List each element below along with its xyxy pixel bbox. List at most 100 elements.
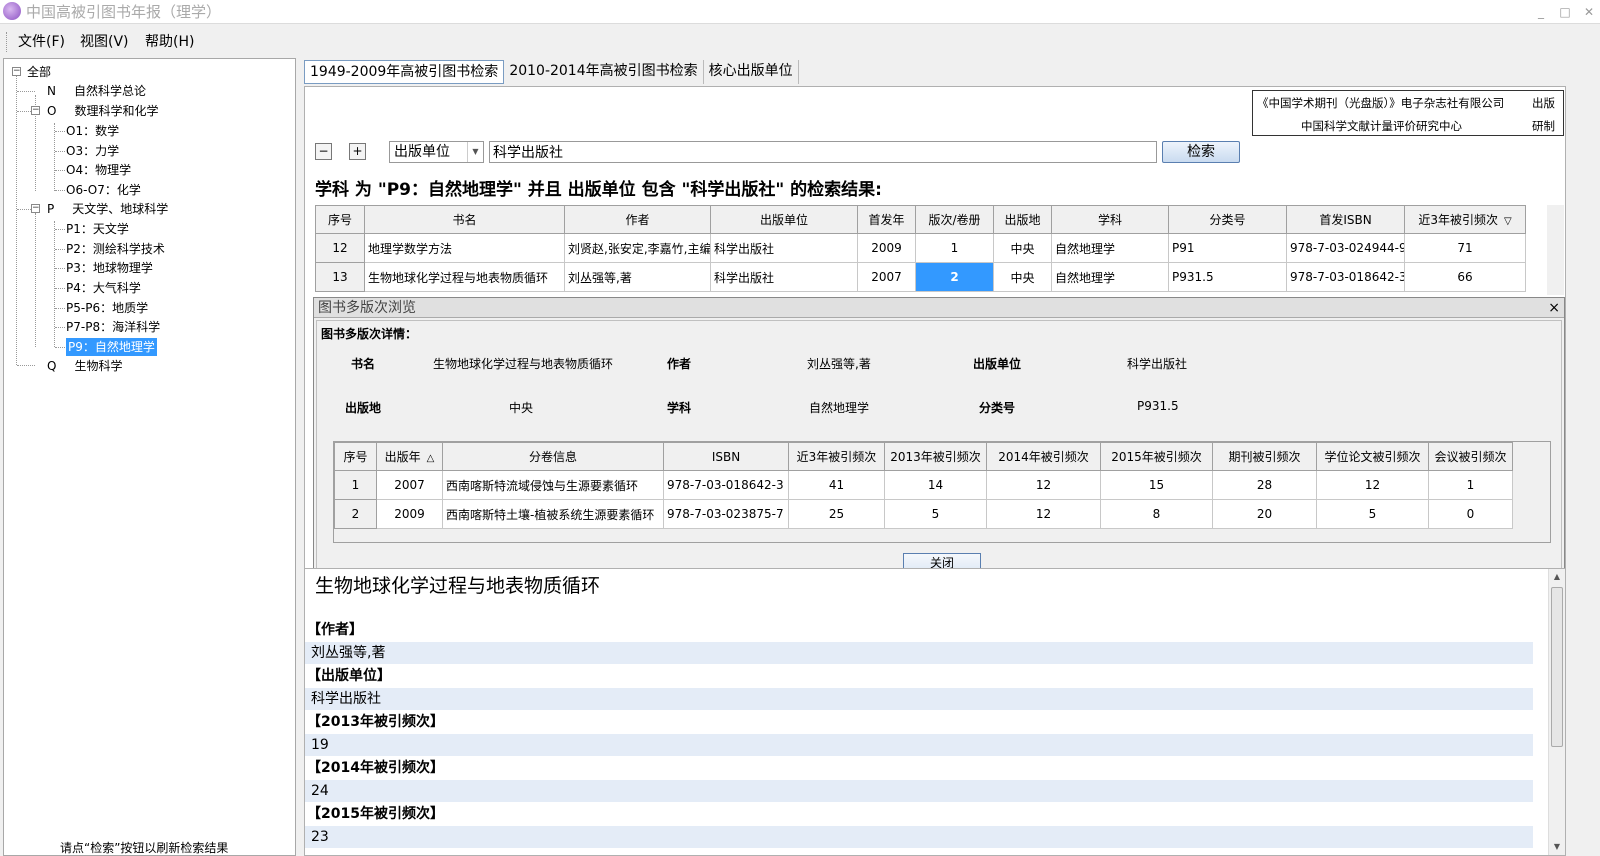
col-header-sorted[interactable]: 近3年被引频次 ▽ (1404, 205, 1526, 234)
search-button[interactable]: 检索 (1162, 141, 1240, 163)
tree-node-n[interactable]: N 自然科学总论 (47, 82, 146, 100)
col-header[interactable]: 学科 (1051, 205, 1169, 234)
results-scrollbar[interactable] (1547, 205, 1564, 295)
col-header[interactable]: 2014年被引频次 (986, 442, 1101, 471)
col-header[interactable]: 出版单位 (710, 205, 858, 234)
cell[interactable]: 13 (315, 262, 365, 292)
col-header[interactable]: 作者 (564, 205, 711, 234)
cell[interactable]: 2009 (857, 233, 916, 263)
cell[interactable]: 科学出版社 (710, 262, 858, 292)
cell[interactable]: 0 (1428, 499, 1513, 529)
tree-node-p5-p6[interactable]: P5-P6：地质学 (66, 299, 148, 317)
cell[interactable]: 12 (986, 470, 1101, 500)
tab-2010-2014[interactable]: 2010-2014年高被引图书检索 (504, 60, 704, 84)
tree-node-q[interactable]: Q 生物科学 (47, 357, 122, 375)
cell[interactable]: 1 (334, 470, 377, 500)
expand-root-icon[interactable]: − (12, 67, 21, 76)
cell[interactable]: 978-7-03-018642-3 (1286, 262, 1405, 292)
col-header[interactable]: 序号 (334, 442, 377, 471)
tree-node-root[interactable]: 全部 (27, 63, 51, 81)
col-header[interactable]: 2013年被引频次 (884, 442, 987, 471)
col-header[interactable]: 分卷信息 (442, 442, 664, 471)
cell[interactable]: 2007 (376, 470, 443, 500)
dialog-close-icon[interactable]: × (1548, 298, 1560, 318)
menu-file[interactable]: 文件(F) (18, 32, 65, 52)
cell[interactable]: 西南喀斯特土壤-植被系统生源要素循环 (442, 499, 664, 529)
tree-node-p3[interactable]: P3：地球物理学 (66, 259, 153, 277)
expand-o-icon[interactable]: − (31, 106, 40, 115)
col-header[interactable]: 2015年被引频次 (1100, 442, 1213, 471)
col-header[interactable]: 首发年 (857, 205, 916, 234)
col-header[interactable]: 近3年被引频次 (788, 442, 885, 471)
remove-condition-button[interactable]: − (315, 143, 332, 160)
col-header[interactable]: 版次/卷册 (915, 205, 994, 234)
col-header[interactable]: 会议被引频次 (1428, 442, 1513, 471)
table-row[interactable]: 2 2009 西南喀斯特土壤-植被系统生源要素循环 978-7-03-02387… (334, 499, 1513, 529)
tab-core-publishers[interactable]: 核心出版单位 (704, 60, 799, 84)
menu-view[interactable]: 视图(V) (80, 32, 129, 52)
cell[interactable]: 978-7-03-023875-7 (663, 499, 789, 529)
cell[interactable]: 生物地球化学过程与地表物质循环 (364, 262, 565, 292)
tree-node-o6-o7[interactable]: O6-O7：化学 (66, 181, 141, 199)
edition-cell-link[interactable]: 2 (915, 262, 994, 292)
cell[interactable]: P91 (1168, 233, 1287, 263)
scroll-up-icon[interactable]: ▲ (1549, 569, 1565, 585)
cell[interactable]: 8 (1100, 499, 1213, 529)
cell[interactable]: 1 (915, 233, 994, 263)
col-header[interactable]: 学位论文被引频次 (1316, 442, 1429, 471)
cell[interactable]: 1 (1428, 470, 1513, 500)
search-input[interactable] (489, 141, 1157, 163)
tree-node-p1[interactable]: P1：天文学 (66, 220, 129, 238)
cell[interactable]: 5 (884, 499, 987, 529)
scroll-down-icon[interactable]: ▼ (1549, 839, 1565, 855)
tab-1949-2009[interactable]: 1949-2009年高被引图书检索 (304, 60, 505, 84)
table-row[interactable]: 13 生物地球化学过程与地表物质循环 刘丛强等,著 科学出版社 2007 2 中… (315, 262, 1526, 292)
cell[interactable]: 12 (986, 499, 1101, 529)
tree-node-p4[interactable]: P4：大气科学 (66, 279, 141, 297)
tree-node-o3[interactable]: O3：力学 (66, 142, 119, 160)
tree-node-o4[interactable]: O4：物理学 (66, 161, 131, 179)
cell[interactable]: 28 (1212, 470, 1317, 500)
menu-help[interactable]: 帮助(H) (145, 32, 194, 52)
cell[interactable]: 66 (1404, 262, 1526, 292)
minimize-button[interactable]: _ (1534, 2, 1548, 22)
col-header-sorted[interactable]: 出版年 △ (376, 442, 443, 471)
add-condition-button[interactable]: + (349, 143, 366, 160)
cell[interactable]: 978-7-03-018642-3 (663, 470, 789, 500)
tree-node-p9-selected[interactable]: P9：自然地理学 (66, 338, 157, 356)
chevron-down-icon[interactable]: ▼ (467, 142, 483, 162)
tree-node-p2[interactable]: P2：测绘科学技术 (66, 240, 165, 258)
cell[interactable]: 14 (884, 470, 987, 500)
close-window-button[interactable]: ✕ (1582, 2, 1596, 22)
tree-node-o1[interactable]: O1：数学 (66, 122, 119, 140)
cell[interactable]: 中央 (993, 233, 1052, 263)
detail-scrollbar[interactable]: ▲ ▼ (1548, 569, 1565, 855)
cell[interactable]: 5 (1316, 499, 1429, 529)
cell[interactable]: 25 (788, 499, 885, 529)
col-header[interactable]: 期刊被引频次 (1212, 442, 1317, 471)
tree-node-p[interactable]: P 天文学、地球科学 (47, 200, 168, 218)
col-header[interactable]: 书名 (364, 205, 565, 234)
cell[interactable]: 中央 (993, 262, 1052, 292)
table-row[interactable]: 1 2007 西南喀斯特流域侵蚀与生源要素循环 978-7-03-018642-… (334, 470, 1513, 500)
table-row[interactable]: 12 地理学数学方法 刘贤赵,张安定,李嘉竹,主编 科学出版社 2009 1 中… (315, 233, 1526, 263)
cell[interactable]: 刘丛强等,著 (564, 262, 711, 292)
cell[interactable]: 978-7-03-024944-9 (1286, 233, 1405, 263)
scroll-thumb[interactable] (1551, 587, 1563, 747)
maximize-button[interactable]: □ (1558, 2, 1572, 22)
cell[interactable]: 2009 (376, 499, 443, 529)
cell[interactable]: 2 (334, 499, 377, 529)
cell[interactable]: 41 (788, 470, 885, 500)
cell[interactable]: 自然地理学 (1051, 262, 1169, 292)
expand-p-icon[interactable]: − (31, 204, 40, 213)
tree-node-p7-p8[interactable]: P7-P8：海洋科学 (66, 318, 160, 336)
cell[interactable]: 12 (1316, 470, 1429, 500)
cell[interactable]: 15 (1100, 470, 1213, 500)
cell[interactable]: 20 (1212, 499, 1317, 529)
cell[interactable]: P931.5 (1168, 262, 1287, 292)
cell[interactable]: 地理学数学方法 (364, 233, 565, 263)
tree-node-o[interactable]: O 数理科学和化学 (47, 102, 158, 120)
col-header[interactable]: 序号 (315, 205, 365, 234)
col-header[interactable]: 出版地 (993, 205, 1052, 234)
cell[interactable]: 71 (1404, 233, 1526, 263)
